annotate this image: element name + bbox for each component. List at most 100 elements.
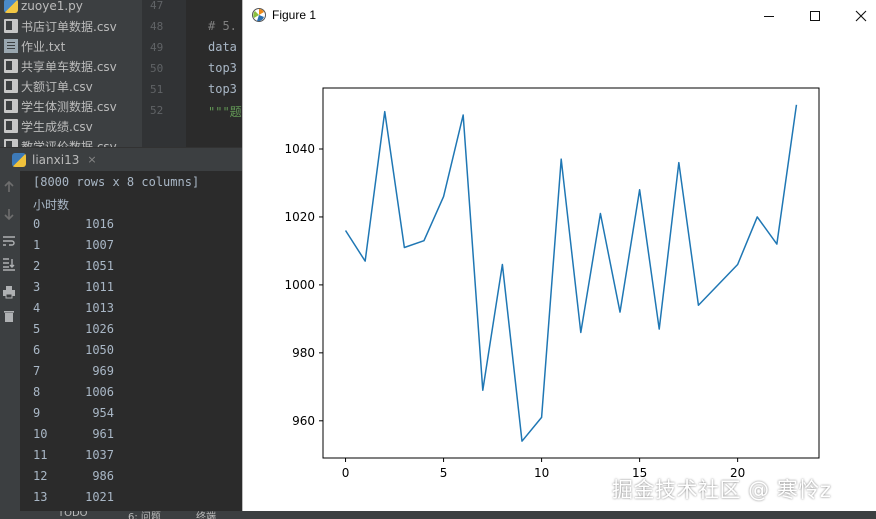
console-row-value: 1011 xyxy=(85,280,114,294)
run-tab[interactable]: lianxi13 × xyxy=(12,152,97,167)
console-row-index: 1 xyxy=(33,238,41,252)
y-tick-label: 960 xyxy=(292,414,315,428)
axes: 0 5 10 15 20960980100010201040 xyxy=(284,87,820,480)
console-row-index: 2 xyxy=(33,259,41,273)
matplotlib-icon xyxy=(252,8,266,22)
console-row-value: 961 xyxy=(92,427,114,441)
trash-icon[interactable] xyxy=(2,309,16,323)
console-row-index: 0 xyxy=(33,217,41,231)
minimize-button[interactable] xyxy=(746,0,792,31)
console-row-index: 3 xyxy=(33,280,41,294)
x-tick-label: 0 xyxy=(342,466,350,480)
tree-item-label: zuoye1.py xyxy=(21,0,83,13)
close-icon xyxy=(855,10,867,21)
status-item-problems[interactable]: 6: 问题 xyxy=(128,511,161,519)
close-button[interactable] xyxy=(838,0,876,31)
run-toolbar xyxy=(0,171,20,519)
csv-file-icon xyxy=(4,19,18,33)
tree-item[interactable]: 教学评价数据.csv xyxy=(4,136,117,147)
console-row-index: 5 xyxy=(33,322,41,336)
code-line: top3 xyxy=(208,82,237,96)
x-tick-label: 10 xyxy=(534,466,549,480)
line-number: 47 xyxy=(150,0,164,12)
code-line: data xyxy=(208,40,237,54)
x-tick-label: 5 xyxy=(440,466,448,480)
line-number: 48 xyxy=(150,20,164,33)
tree-item-label: 共享单车数据.csv xyxy=(21,59,117,74)
console-row-value: 969 xyxy=(92,364,114,378)
tree-item[interactable]: 学生体测数据.csv xyxy=(4,96,117,116)
console-row-value: 1013 xyxy=(85,301,114,315)
console-row-index: 10 xyxy=(33,427,48,441)
console-row-value: 1026 xyxy=(85,322,114,336)
run-tab-label: lianxi13 xyxy=(32,152,80,167)
scroll-to-end-icon[interactable] xyxy=(2,257,16,271)
tree-item[interactable]: 学生成绩.csv xyxy=(4,116,93,136)
y-tick-label: 1040 xyxy=(284,142,315,156)
line-number: 50 xyxy=(150,62,164,75)
code-line: """题 xyxy=(208,105,242,119)
code-line: top3 xyxy=(208,61,237,75)
console-row-value: 1021 xyxy=(85,490,114,504)
csv-file-icon xyxy=(4,59,18,73)
status-item-todo[interactable]: TODO xyxy=(58,511,88,519)
up-arrow-icon[interactable] xyxy=(2,180,16,194)
console-row-value: 986 xyxy=(92,469,114,483)
line-chart: 0 5 10 15 20960980100010201040 xyxy=(284,87,820,480)
console-output[interactable]: [8000 rows x 8 columns] 小时数 0 1016 1 1007 2 1… xyxy=(20,171,242,511)
console-row-value: 1016 xyxy=(85,217,114,231)
soft-wrap-icon[interactable] xyxy=(2,234,16,248)
console-row-value: 1037 xyxy=(85,448,114,462)
console-row-index: 6 xyxy=(33,343,41,357)
tree-item[interactable]: 书店订单数据.csv xyxy=(4,16,117,36)
text-file-icon xyxy=(4,39,18,53)
line-number: 49 xyxy=(150,41,164,54)
tree-item[interactable]: zuoye1.py xyxy=(4,0,83,16)
csv-file-icon xyxy=(4,99,18,113)
project-tree: zuoye1.py 书店订单数据.csv 作业.txt 共享单车数据.csv 大额订单.… xyxy=(0,0,142,147)
tree-item-label: 学生成绩.csv xyxy=(21,119,93,134)
console-row-value: 1007 xyxy=(85,238,114,252)
window-title-bar[interactable]: Figure 1 xyxy=(243,0,876,31)
maximize-button[interactable] xyxy=(792,0,838,31)
code-editor[interactable]: 47 48 49 50 51 52 # 5. data top3 top3 """题 xyxy=(142,0,242,147)
y-tick-label: 980 xyxy=(292,346,315,360)
status-item-terminal[interactable]: 终端 xyxy=(196,511,216,519)
run-panel-header: lianxi13 × xyxy=(0,147,242,171)
y-tick-label: 1020 xyxy=(284,210,315,224)
tree-item-label: 大额订单.csv xyxy=(21,79,93,94)
status-bar: TODO 6: 问题 终端 xyxy=(0,511,876,519)
screen: zuoye1.py 书店订单数据.csv 作业.txt 共享单车数据.csv 大额订单.… xyxy=(0,0,876,519)
console-row-index: 13 xyxy=(33,490,48,504)
line-number: 52 xyxy=(150,104,164,117)
line-number: 51 xyxy=(150,83,164,96)
tree-item[interactable]: 作业.txt xyxy=(4,36,65,56)
csv-file-icon xyxy=(4,79,18,93)
csv-file-icon xyxy=(4,119,18,133)
console-row-index: 11 xyxy=(33,448,48,462)
series-line xyxy=(344,104,798,442)
tree-item[interactable]: 大额订单.csv xyxy=(4,76,93,96)
y-tick-label: 1000 xyxy=(284,278,315,292)
tree-item-label: 教学评价数据.csv xyxy=(21,139,117,148)
console-row-value: 1051 xyxy=(85,259,114,273)
python-icon xyxy=(12,152,26,167)
python-file-icon xyxy=(4,0,18,13)
tree-item-label: 作业.txt xyxy=(21,39,66,54)
line-number-gutter: 47 48 49 50 51 52 xyxy=(142,0,186,147)
console-row-index: 9 xyxy=(33,406,41,420)
figure-window: Figure 1 0 5 10 15 20 960 980 1000 1020 1040 xyxy=(242,0,876,511)
print-icon[interactable] xyxy=(2,285,16,299)
close-tab-icon[interactable]: × xyxy=(87,153,96,166)
minimize-icon xyxy=(764,15,774,17)
watermark: 掘金技术社区 @ 寒怜z xyxy=(612,478,832,502)
console-row-index: 12 xyxy=(33,469,48,483)
tree-item-label: 学生体测数据.csv xyxy=(21,99,117,114)
console-summary-line: [8000 rows x 8 columns] xyxy=(33,175,200,189)
console-row-value: 954 xyxy=(92,406,114,420)
down-arrow-icon[interactable] xyxy=(2,207,16,221)
code-line: # 5. xyxy=(208,19,237,33)
tree-item[interactable]: 共享单车数据.csv xyxy=(4,56,117,76)
tree-item-label: 书店订单数据.csv xyxy=(21,19,117,34)
console-row-value: 1050 xyxy=(85,343,114,357)
